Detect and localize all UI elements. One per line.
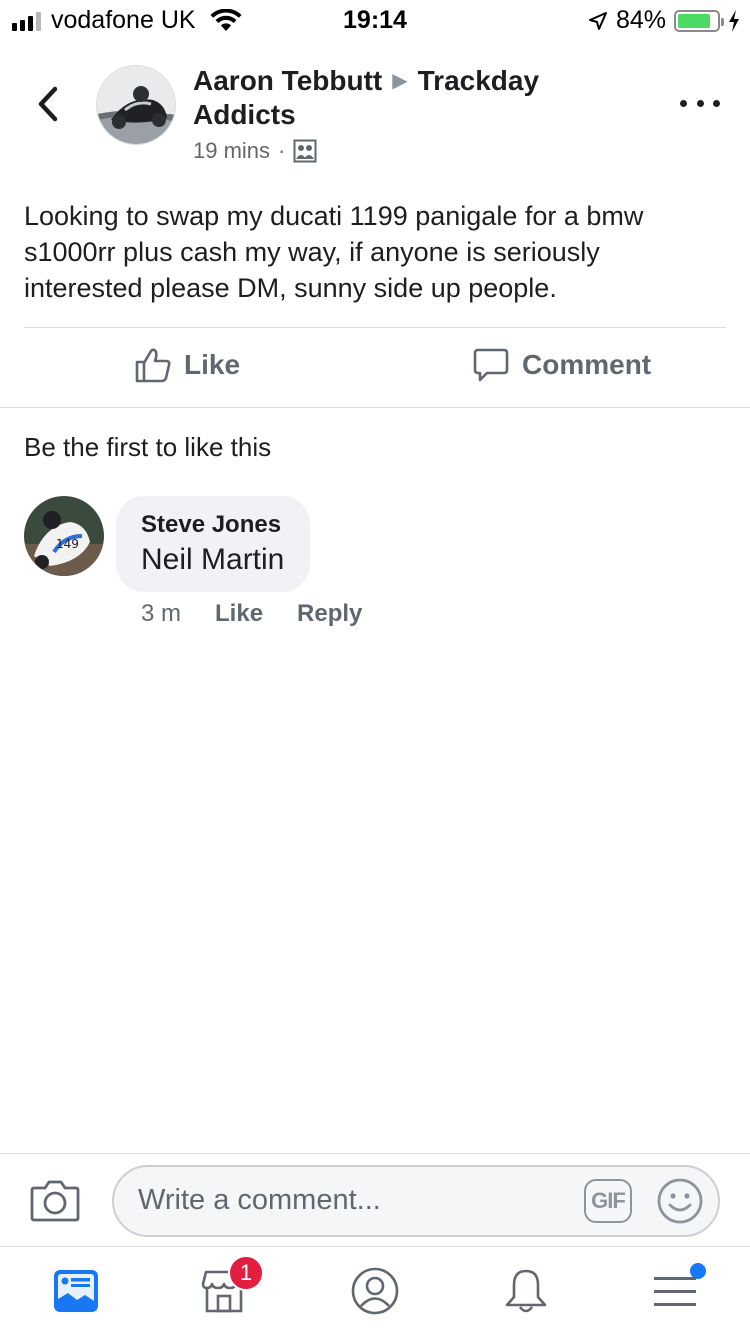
camera-icon <box>30 1180 80 1222</box>
comment-input[interactable]: Write a comment... GIF <box>112 1165 720 1237</box>
divider <box>0 407 750 408</box>
comment-label: Comment <box>522 349 652 380</box>
smiley-icon <box>657 1178 703 1224</box>
tab-bar: 1 <box>0 1246 750 1334</box>
post-meta: 19 mins · <box>193 138 633 164</box>
tab-notifications[interactable] <box>500 1265 552 1317</box>
news-feed-icon <box>54 1270 98 1312</box>
comment-actions: 3 m Like Reply <box>141 600 362 628</box>
more-options-button[interactable] <box>680 88 720 118</box>
emoji-button[interactable] <box>656 1177 704 1230</box>
author-avatar[interactable] <box>96 65 176 145</box>
back-button[interactable] <box>28 82 68 126</box>
status-right: 84% <box>588 6 740 35</box>
author-line: Aaron Tebbutt ▶ Trackday Addicts <box>193 64 633 132</box>
svg-text:149: 149 <box>56 537 79 551</box>
profile-icon <box>351 1267 399 1315</box>
group-members-icon <box>293 139 317 163</box>
comment-bubble: Steve Jones Neil Martin <box>116 496 311 592</box>
comment-bubble-icon <box>473 348 509 382</box>
charging-bolt-icon <box>729 9 739 32</box>
notifications-icon <box>505 1269 547 1313</box>
thumbs-up-icon <box>135 348 171 383</box>
comment-time[interactable]: 3 m <box>141 600 181 628</box>
gif-button[interactable]: GIF <box>584 1179 632 1223</box>
battery-fill <box>678 13 710 28</box>
comment-text: Neil Martin <box>141 543 285 576</box>
author-block: Aaron Tebbutt ▶ Trackday Addicts 19 mins · <box>193 64 633 164</box>
comment-composer: Write a comment... GIF <box>0 1153 750 1246</box>
status-bar: vodafone UK 19:14 84% <box>0 0 750 40</box>
menu-notification-dot <box>690 1263 706 1279</box>
post-timestamp[interactable]: 19 mins <box>193 138 270 164</box>
comment-author[interactable]: Steve Jones <box>141 510 284 540</box>
menu-icon <box>654 1277 696 1306</box>
comment-reply-button[interactable]: Reply <box>297 600 362 628</box>
commenter-avatar[interactable]: 149 <box>24 496 104 576</box>
camera-button[interactable] <box>30 1178 80 1227</box>
comment-like-button[interactable]: Like <box>215 600 263 628</box>
comment-input-placeholder: Write a comment... <box>138 1184 381 1216</box>
battery-icon <box>674 9 724 32</box>
reactions-summary: Be the first to like this <box>24 432 272 462</box>
post-body: Looking to swap my ducati 1199 panigale … <box>24 201 644 303</box>
tab-profile[interactable] <box>349 1265 401 1317</box>
location-arrow-icon <box>588 11 607 30</box>
battery-percent: 84% <box>615 6 666 34</box>
comment-button[interactable]: Comment <box>472 346 651 384</box>
post-action-bar: Like Comment <box>0 328 750 408</box>
play-arrow-icon: ▶ <box>392 70 408 92</box>
like-label: Like <box>184 349 241 380</box>
chevron-left-icon <box>38 86 58 122</box>
like-button[interactable]: Like <box>134 346 240 384</box>
marketplace-badge: 1 <box>228 1255 264 1291</box>
tab-news-feed[interactable] <box>50 1265 102 1317</box>
post-header: Aaron Tebbutt ▶ Trackday Addicts 19 mins · <box>0 60 750 170</box>
meta-separator: · <box>278 138 286 163</box>
author-name[interactable]: Aaron Tebbutt <box>193 65 382 96</box>
